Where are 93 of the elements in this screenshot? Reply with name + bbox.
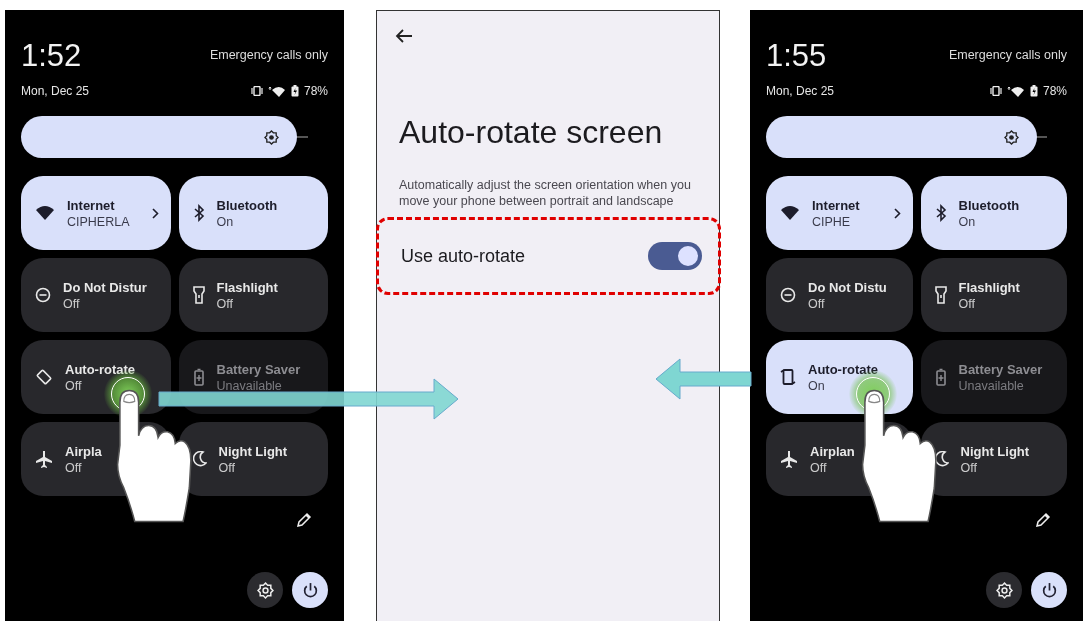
brightness-icon <box>1003 129 1019 145</box>
minus-circle-icon <box>35 287 51 303</box>
chevron-icon <box>893 207 901 219</box>
tile-status: Off <box>218 460 236 475</box>
tile-title: Internet <box>67 197 116 213</box>
wifi-icon <box>780 205 800 221</box>
quick-settings-tile[interactable]: Internet CIPHE <box>766 176 913 250</box>
wifi-signal-icon <box>1006 85 1025 97</box>
auto-rotate-toggle[interactable] <box>648 242 702 270</box>
battery-charging-icon <box>1029 85 1038 97</box>
power-icon <box>1040 581 1058 599</box>
quick-settings-tile[interactable]: Internet CIPHERLA <box>21 176 171 250</box>
battery-icon <box>934 368 947 386</box>
quick-settings-tile[interactable]: Night Light Off <box>920 422 1067 496</box>
pencil-icon[interactable] <box>1035 512 1051 528</box>
tile-status: Off <box>960 460 978 475</box>
vibrate-icon <box>989 86 1002 96</box>
tile-status: Off <box>808 296 826 311</box>
tile-title: Airpla <box>65 443 103 459</box>
screen-title: Auto-rotate screen <box>399 113 664 152</box>
tile-title: Battery Saver <box>958 361 1044 377</box>
settings-icon <box>995 581 1013 599</box>
date-label: Mon, Dec 25 <box>21 84 90 98</box>
settings-icon <box>256 581 274 599</box>
tile-status: CIPHE <box>812 214 852 229</box>
tile-title: Night Light <box>960 443 1031 459</box>
chevron-icon <box>151 207 159 219</box>
settings-button[interactable] <box>247 572 283 608</box>
carrier-status: Emergency calls only <box>948 48 1067 62</box>
flashlight-icon <box>934 286 947 304</box>
moon-icon <box>192 451 207 467</box>
airplane-icon <box>780 450 798 468</box>
tile-status: On <box>216 214 235 229</box>
tile-status: Off <box>63 296 81 311</box>
vibrate-icon <box>250 86 263 96</box>
quick-settings-tile[interactable]: Flashlight Off <box>920 258 1067 332</box>
battery-icon <box>192 368 205 386</box>
tile-status: Off <box>810 460 828 475</box>
battery-percent: 78% <box>1042 84 1067 98</box>
power-button[interactable] <box>1031 572 1067 608</box>
quick-settings-tile[interactable]: Do Not Distu Off <box>766 258 913 332</box>
clock-time: 1:52 <box>21 38 82 74</box>
wifi-icon <box>35 205 55 221</box>
tile-status: Unavailable <box>216 378 283 393</box>
minus-circle-icon <box>780 287 796 303</box>
tile-status: On <box>958 214 977 229</box>
tile-title: Do Not Distu <box>808 279 888 295</box>
tile-status: Unavailable <box>958 378 1025 393</box>
phone-rotate-icon <box>780 368 796 386</box>
tile-status: Off <box>216 296 234 311</box>
bluetooth-icon <box>192 204 205 222</box>
tile-title: Flashlight <box>958 279 1021 295</box>
quick-settings-tile[interactable]: Auto-rotate On <box>766 340 913 414</box>
tile-status: On <box>808 378 826 393</box>
tile-status: CIPHERLA <box>67 214 131 229</box>
tile-title: Night Light <box>218 443 289 459</box>
tile-title: Flashlight <box>216 279 279 295</box>
back-arrow-icon[interactable] <box>395 28 413 44</box>
tile-title: Do Not Distur <box>63 279 148 295</box>
tile-title: Bluetooth <box>958 197 1021 213</box>
tile-title: Auto-rotate <box>808 361 880 377</box>
tile-title: Auto-rotate <box>65 361 137 377</box>
tile-title: Airplan <box>810 443 856 459</box>
power-button[interactable] <box>292 572 328 608</box>
tile-title: Bluetooth <box>216 197 279 213</box>
flashlight-icon <box>192 286 205 304</box>
pencil-icon[interactable] <box>296 512 312 528</box>
quick-settings-tile[interactable]: Do Not Distur Off <box>21 258 171 332</box>
date-label: Mon, Dec 25 <box>766 84 835 98</box>
quick-settings-tile[interactable]: Bluetooth On <box>920 176 1067 250</box>
tile-status: Off <box>958 296 976 311</box>
quick-settings-tile[interactable]: Auto-rotate Off <box>21 340 171 414</box>
tile-title: Battery Saver <box>216 361 302 377</box>
airplane-icon <box>35 450 53 468</box>
power-icon <box>301 581 319 599</box>
carrier-status: Emergency calls only <box>209 48 328 62</box>
battery-percent: 78% <box>303 84 328 98</box>
moon-icon <box>934 451 949 467</box>
quick-settings-tile[interactable]: Flashlight Off <box>178 258 328 332</box>
battery-charging-icon <box>290 85 299 97</box>
tile-title: Internet <box>812 197 861 213</box>
tile-status: Off <box>65 378 83 393</box>
settings-button[interactable] <box>986 572 1022 608</box>
clock-time: 1:55 <box>766 38 827 74</box>
rotate-icon <box>35 368 53 386</box>
option-label: Use auto-rotate <box>401 245 526 267</box>
bluetooth-icon <box>934 204 947 222</box>
brightness-icon <box>264 129 280 145</box>
tile-status: Off <box>65 460 83 475</box>
quick-settings-tile[interactable]: Night Light Off <box>178 422 328 496</box>
wifi-signal-icon <box>267 85 286 97</box>
quick-settings-tile[interactable]: Bluetooth On <box>178 176 328 250</box>
screen-description: Automatically adjust the screen orientation when you move your phone between portrait and landscape <box>399 178 692 209</box>
